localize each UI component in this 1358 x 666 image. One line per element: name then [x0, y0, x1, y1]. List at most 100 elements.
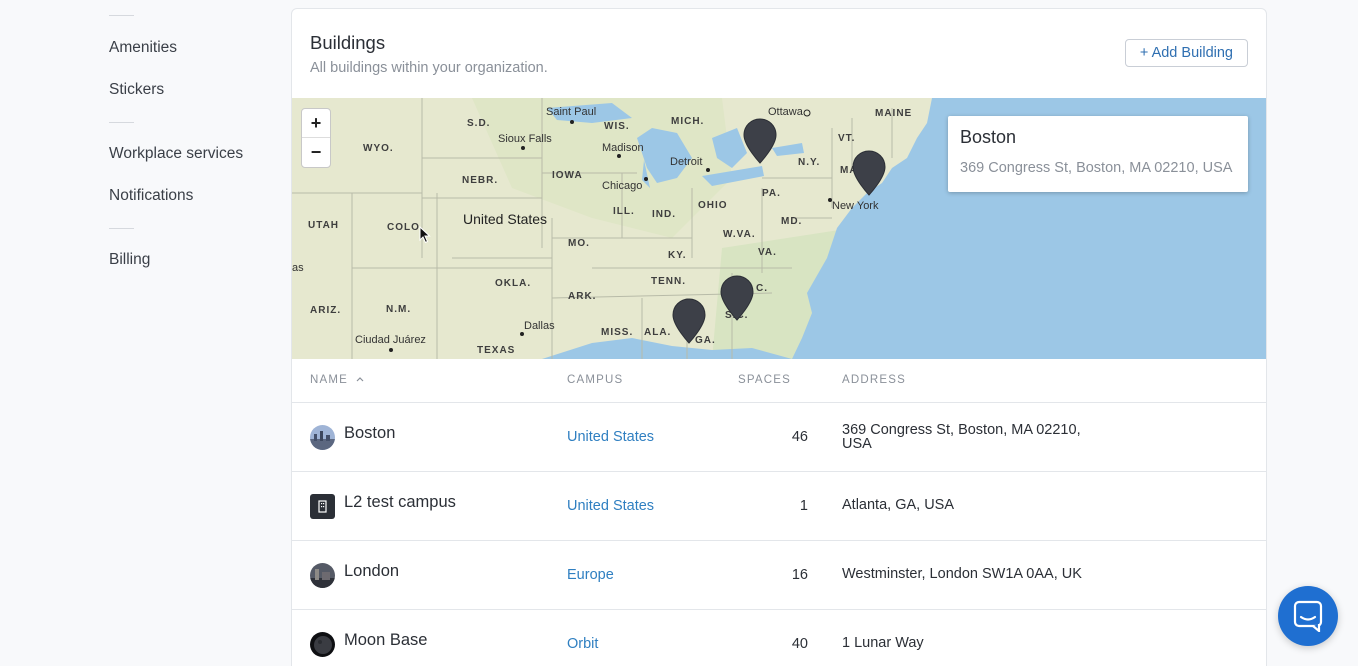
- table-row[interactable]: London Europe 16 Westminster, London SW1…: [292, 541, 1266, 610]
- campus-link[interactable]: United States: [567, 429, 654, 445]
- map-state-label: MO.: [568, 238, 590, 249]
- moon-photo-icon: [310, 632, 335, 657]
- spaces-count: 46: [791, 429, 808, 445]
- buildings-map[interactable]: United States S.D. WYO. NEBR. UTAH COLO.…: [292, 98, 1266, 359]
- map-state-label: KY.: [668, 250, 687, 261]
- building-name: London: [344, 562, 400, 580]
- map-state-label: ARIZ.: [310, 305, 342, 316]
- map-state-label: MISS.: [601, 327, 634, 338]
- map-city-label: as: [292, 262, 304, 274]
- building-address: Westminster, London SW1A 0AA, UK: [842, 566, 1082, 582]
- sidebar-divider: [109, 15, 134, 16]
- settings-sidebar: Amenities Stickers Workplace services No…: [0, 0, 280, 666]
- map-state-label: MD.: [781, 216, 803, 227]
- table-row[interactable]: L2 test campus United States 1 Atlanta, …: [292, 472, 1266, 541]
- map-city-label: Chicago: [602, 180, 643, 192]
- building-name: L2 test campus: [344, 493, 456, 511]
- map-city-label: New York: [832, 200, 879, 212]
- building-name: Boston: [344, 424, 396, 442]
- map-state-label: VT.: [838, 133, 856, 144]
- table-row[interactable]: Moon Base Orbit 40 1 Lunar Way: [292, 610, 1266, 666]
- sidebar-divider: [109, 228, 134, 229]
- avatar: [310, 494, 335, 519]
- map-city-label: Dallas: [524, 320, 555, 332]
- map-state-label: WIS.: [604, 121, 630, 132]
- page-subtitle: All buildings within your organization.: [310, 60, 548, 76]
- column-header-address[interactable]: ADDRESS: [842, 374, 906, 386]
- map-state-label: OKLA.: [495, 278, 532, 289]
- map-state-label: N.M.: [386, 304, 412, 315]
- map-state-label: MICH.: [671, 116, 705, 127]
- map-city-label: Madison: [602, 142, 644, 154]
- map-state-label: TEXAS: [477, 345, 516, 356]
- spaces-count: 16: [791, 567, 808, 583]
- mouse-cursor-icon: [419, 226, 431, 244]
- zoom-in-button[interactable]: +: [302, 109, 330, 138]
- column-header-label: NAME: [310, 374, 349, 386]
- spaces-count: 1: [799, 498, 808, 514]
- sidebar-item-stickers[interactable]: Stickers: [109, 81, 164, 99]
- map-state-label: C.: [756, 283, 768, 294]
- map-state-label: N.Y.: [798, 157, 821, 168]
- avatar: [310, 425, 335, 450]
- avatar: [310, 632, 335, 657]
- building-name: Moon Base: [344, 631, 428, 649]
- map-state-label: IND.: [652, 209, 676, 220]
- map-state-label: PA.: [762, 188, 781, 199]
- sort-ascending-icon: [357, 377, 364, 382]
- campus-link[interactable]: Orbit: [567, 636, 598, 652]
- sidebar-divider: [109, 122, 134, 123]
- map-pin-icon[interactable]: [852, 150, 886, 196]
- table-row[interactable]: Boston United States 46 369 Congress St,…: [292, 403, 1266, 472]
- map-state-label: S.D.: [467, 118, 491, 129]
- map-state-label: OHIO: [698, 200, 728, 211]
- map-city-label: Sioux Falls: [498, 133, 552, 145]
- map-pin-icon[interactable]: [720, 275, 754, 321]
- column-header-name[interactable]: NAME: [310, 374, 364, 386]
- sidebar-item-workplace-services[interactable]: Workplace services: [109, 145, 243, 163]
- map-state-label: UTAH: [308, 220, 340, 231]
- city-photo-icon: [310, 563, 335, 588]
- add-building-button[interactable]: + Add Building: [1124, 39, 1248, 67]
- zoom-out-button[interactable]: −: [302, 138, 330, 167]
- map-state-label: NEBR.: [462, 175, 499, 186]
- map-state-label: ILL.: [613, 206, 635, 217]
- sidebar-item-billing[interactable]: Billing: [109, 251, 150, 269]
- map-state-label: WYO.: [363, 143, 394, 154]
- page-title: Buildings: [310, 32, 386, 53]
- chat-launcher-button[interactable]: [1278, 586, 1338, 646]
- map-country-label: United States: [463, 211, 548, 227]
- map-city-label: Ciudad Juárez: [355, 334, 426, 346]
- map-state-label: MAINE: [875, 108, 913, 119]
- popup-title: Boston: [960, 127, 1017, 147]
- table-header: NAME CAMPUS SPACES ADDRESS: [292, 359, 1266, 403]
- building-icon: [318, 500, 327, 513]
- map-zoom-control: + −: [301, 108, 331, 168]
- campus-link[interactable]: Europe: [567, 567, 614, 583]
- building-address: Atlanta, GA, USA: [842, 497, 955, 513]
- map-state-label: ARK.: [568, 291, 597, 302]
- chat-icon: [1293, 600, 1323, 632]
- map-city-label: Detroit: [670, 156, 703, 168]
- map-popup: Boston 369 Congress St, Boston, MA 02210…: [948, 116, 1248, 192]
- map-city-label: Saint Paul: [546, 106, 597, 118]
- popup-address: 369 Congress St, Boston, MA 02210, USA: [960, 160, 1233, 176]
- spaces-count: 40: [791, 636, 808, 652]
- building-address: 1 Lunar Way: [842, 635, 924, 651]
- sidebar-item-amenities[interactable]: Amenities: [109, 39, 177, 57]
- map-state-label: ALA.: [644, 327, 672, 338]
- column-header-spaces[interactable]: SPACES: [738, 374, 791, 386]
- map-city-label: Ottawa: [768, 106, 803, 118]
- map-pin-icon[interactable]: [672, 298, 706, 344]
- buildings-card: Buildings All buildings within your orga…: [291, 8, 1267, 666]
- column-header-campus[interactable]: CAMPUS: [567, 374, 623, 386]
- map-state-label: TENN.: [651, 276, 686, 287]
- city-photo-icon: [310, 425, 335, 450]
- campus-link[interactable]: United States: [567, 498, 654, 514]
- avatar: [310, 563, 335, 588]
- sidebar-item-notifications[interactable]: Notifications: [109, 187, 193, 205]
- building-address: 369 Congress St, Boston, MA 02210, USA: [842, 422, 1081, 452]
- map-pin-icon[interactable]: [743, 118, 777, 164]
- map-state-label: IOWA: [552, 170, 583, 181]
- map-state-label: VA.: [758, 247, 777, 258]
